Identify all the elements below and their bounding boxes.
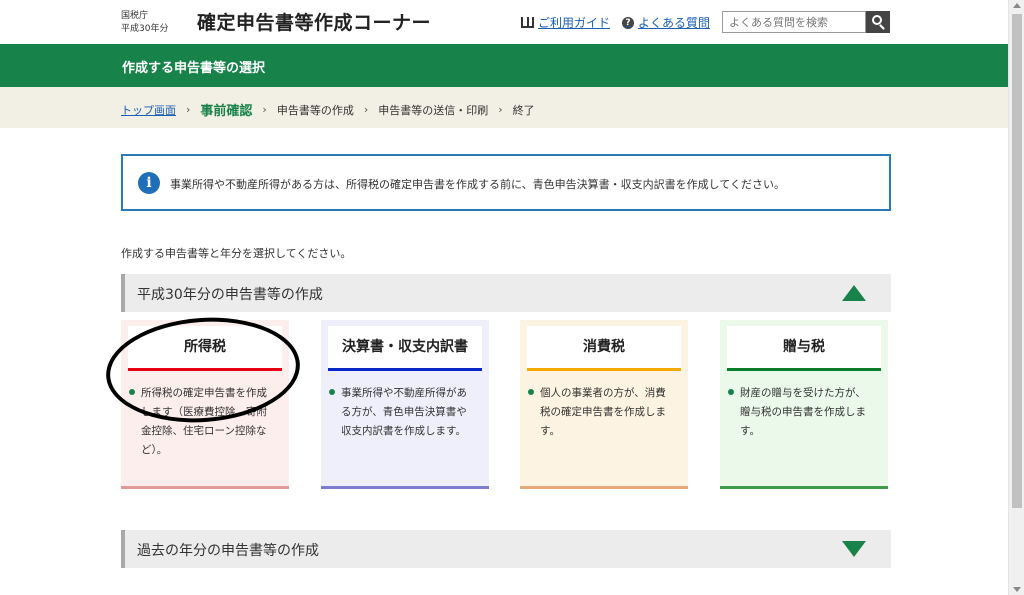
collapse-icon[interactable] [842, 285, 866, 301]
card-accent-line [527, 368, 681, 371]
card-consumption-tax[interactable]: 消費税 個人の事業者の方が、消費 税の確定申告書を作成しま す。 [520, 320, 688, 489]
breadcrumb-step: 申告書等の送信・印刷 [378, 103, 489, 117]
breadcrumb-step: 申告書等の作成 [276, 103, 354, 117]
card-title[interactable]: 決算書・収支内訳書 [328, 326, 482, 371]
card-gift-tax[interactable]: 贈与税 財産の贈与を受けた方が、 贈与税の申告書を作成しま す。 [720, 320, 888, 489]
user-guide-label: ご利用ガイド [538, 16, 611, 30]
user-guide-link[interactable]: ご利用ガイド [521, 14, 610, 31]
breadcrumb-separator: › [363, 103, 369, 116]
instruction-text: 作成する申告書等と年分を選択してください。 [121, 247, 352, 260]
card-title[interactable]: 消費税 [527, 326, 681, 371]
breadcrumb-step: 終了 [512, 103, 535, 117]
bullet-icon [728, 389, 734, 395]
section-current-year[interactable]: 平成30年分の申告書等の作成 [121, 274, 891, 312]
card-title[interactable]: 贈与税 [727, 326, 881, 371]
breadcrumb-current: 事前確認 [200, 104, 253, 119]
section-label: 平成30年分の申告書等の作成 [137, 287, 323, 303]
agency-label: 国税庁 平成30年分 [121, 10, 168, 36]
breadcrumb-top[interactable]: トップ画面 [121, 102, 176, 118]
notice-text: 事業所得や不動産所得がある方は、所得税の確定申告書を作成する前に、青色申告決算書… [170, 178, 786, 191]
card-description: 財産の贈与を受けた方が、 贈与税の申告書を作成しま す。 [728, 384, 880, 441]
section-label: 過去の年分の申告書等の作成 [137, 543, 319, 559]
card-financial-statement[interactable]: 決算書・収支内訳書 事業所得や不動産所得があ る方が、青色申告決算書や 収支内訳… [321, 320, 489, 489]
breadcrumb-separator: › [186, 103, 191, 116]
bullet-icon [329, 389, 335, 395]
agency-name: 国税庁 [121, 11, 149, 21]
section-past-years[interactable]: 過去の年分の申告書等の作成 [121, 530, 891, 568]
card-description: 事業所得や不動産所得があ る方が、青色申告決算書や 収支内訳書を作成します。 [329, 384, 481, 441]
card-description: 所得税の確定申告書を作成 します（医療費控除、寄附 金控除、住宅ローン控除な ど… [129, 384, 281, 460]
faq-search-input[interactable] [722, 11, 866, 33]
question-circle-icon: ? [622, 16, 634, 29]
notice-box: i 事業所得や不動産所得がある方は、所得税の確定申告書を作成する前に、青色申告決… [121, 154, 891, 211]
card-accent-line [727, 368, 881, 371]
info-icon: i [138, 172, 160, 194]
search-button[interactable] [866, 11, 890, 33]
faq-label: よくある質問 [638, 16, 711, 30]
faq-link[interactable]: ? よくある質問 [622, 14, 710, 31]
tax-year: 平成30年分 [121, 24, 169, 34]
breadcrumb-separator: › [498, 103, 503, 116]
book-icon [521, 17, 534, 28]
scroll-down-icon[interactable] [1013, 587, 1021, 592]
page-title: 作成する申告書等の選択 [122, 61, 266, 76]
vertical-scrollbar[interactable] [1008, 0, 1024, 595]
card-description: 個人の事業者の方が、消費 税の確定申告書を作成しま す。 [528, 384, 680, 441]
site-header: 国税庁 平成30年分 確定申告書等作成コーナー ご利用ガイド ? よくある質問 [0, 0, 1008, 44]
breadcrumb-separator: › [262, 103, 267, 116]
card-accent-line [328, 368, 482, 371]
card-title[interactable]: 所得税 [128, 326, 282, 371]
scroll-up-icon[interactable] [1013, 3, 1021, 8]
card-income-tax[interactable]: 所得税 所得税の確定申告書を作成 します（医療費控除、寄附 金控除、住宅ローン控… [121, 320, 289, 489]
scroll-thumb[interactable] [1012, 14, 1022, 508]
breadcrumb: トップ画面 › 事前確認 › 申告書等の作成 › 申告書等の送信・印刷 › 終了 [0, 87, 1008, 128]
bullet-icon [528, 389, 534, 395]
expand-icon[interactable] [842, 541, 866, 557]
site-title[interactable]: 確定申告書等作成コーナー [197, 8, 431, 35]
card-accent-line [128, 368, 282, 371]
bullet-icon [129, 389, 135, 395]
page-title-bar: 作成する申告書等の選択 [0, 44, 1008, 87]
